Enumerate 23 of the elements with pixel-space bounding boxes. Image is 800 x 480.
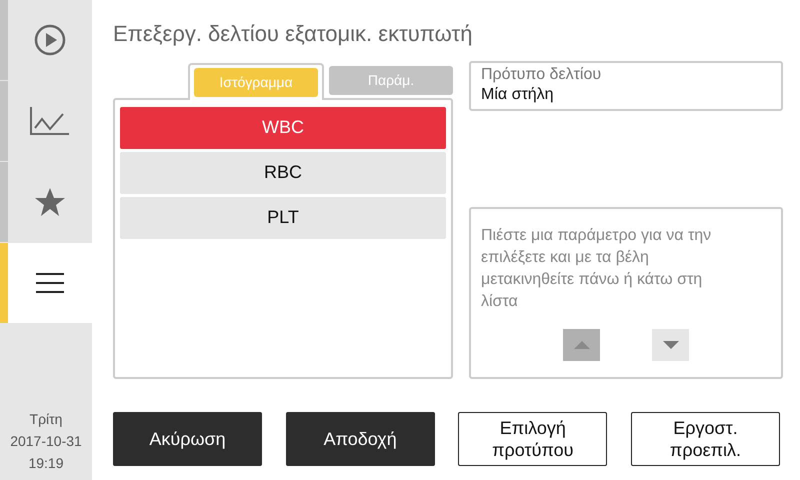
action-button[interactable]: Επιλογή προτύπου <box>458 412 608 466</box>
play-icon <box>34 24 66 56</box>
up-triangle-icon <box>572 338 592 351</box>
field-label: Πρότυπο δελτίου <box>481 64 602 85</box>
action-button[interactable]: Εργοστ. προεπιλ. <box>630 412 780 466</box>
sidebar-tab[interactable] <box>0 243 92 323</box>
list-item[interactable]: PLT <box>120 196 446 239</box>
list-item[interactable]: RBC <box>120 152 446 194</box>
list-item[interactable]: WBC <box>120 106 446 149</box>
day-label: Τρίτη <box>28 410 64 429</box>
time-label: 19:19 <box>27 454 65 473</box>
menu-icon <box>36 272 64 294</box>
star-icon <box>34 187 66 217</box>
template-field[interactable]: Πρότυπο δελτίου Μία στήλη <box>469 60 783 111</box>
move-down-button[interactable] <box>652 328 689 361</box>
date-label: 2017-10-31 <box>9 432 83 451</box>
action-button[interactable]: Αποδοχή <box>286 412 435 466</box>
action-button[interactable]: Ακύρωση <box>113 412 262 466</box>
line-chart-icon <box>30 106 70 136</box>
down-triangle-icon <box>660 338 680 351</box>
page-title: Επεξεργ. δελτίου εξατομικ. εκτυπωτή <box>113 20 474 48</box>
hint-text: Πιέστε μια παράμετρο για να την επιλέξετε και με τα βέλη μετακινηθείτε πάνω ή κάτω στη λίστα <box>481 226 712 312</box>
field-value: Μία στήλη <box>481 84 555 105</box>
